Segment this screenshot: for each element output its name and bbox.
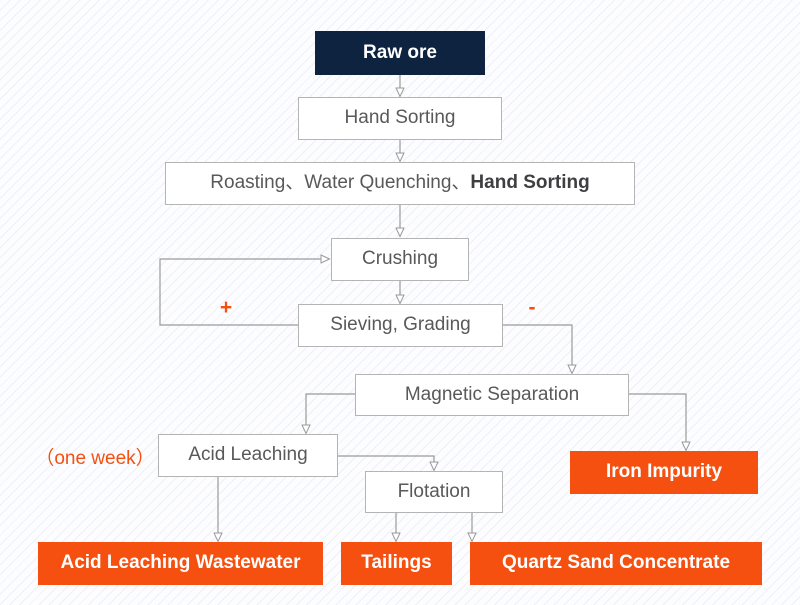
- annotation-undersize-minus: -: [518, 296, 546, 320]
- node-sieving-grading[interactable]: Sieving, Grading: [298, 304, 503, 347]
- node-quartz-sand-concentrate-label: Quartz Sand Concentrate: [501, 552, 731, 574]
- annotation-oversize-plus-label: +: [219, 296, 233, 319]
- flowchart-canvas: Raw ore Hand Sorting Roasting、Water Quen…: [0, 0, 800, 605]
- node-magnetic-separation[interactable]: Magnetic Separation: [355, 374, 629, 416]
- edge-sieving-undersize-to-magnetic: [503, 324, 572, 373]
- node-acid-leaching-wastewater[interactable]: Acid Leaching Wastewater: [38, 542, 323, 585]
- annotation-undersize-minus-label: -: [528, 296, 536, 319]
- edge-magnetic-to-acid-leaching: [306, 393, 355, 433]
- node-flotation-label: Flotation: [397, 480, 471, 502]
- node-iron-impurity-label: Iron Impurity: [605, 461, 723, 483]
- node-roasting-label-emphasis: Hand Sorting: [470, 172, 590, 194]
- node-acid-leaching[interactable]: Acid Leaching: [158, 434, 338, 477]
- connector-layer: [159, 75, 800, 605]
- node-hand-sorting-label: Hand Sorting: [344, 107, 456, 129]
- annotation-duration-note-label: （one week）: [35, 447, 155, 469]
- node-tailings[interactable]: Tailings: [341, 542, 452, 585]
- node-iron-impurity[interactable]: Iron Impurity: [570, 451, 758, 494]
- edge-magnetic-to-iron-impurity: [629, 393, 686, 450]
- node-sieving-grading-label: Sieving, Grading: [330, 314, 471, 336]
- node-raw-ore[interactable]: Raw ore: [315, 31, 485, 75]
- annotation-oversize-plus: +: [212, 296, 240, 320]
- node-acid-leaching-label: Acid Leaching: [188, 444, 308, 466]
- node-quartz-sand-concentrate[interactable]: Quartz Sand Concentrate: [470, 542, 762, 585]
- node-raw-ore-label: Raw ore: [363, 41, 437, 63]
- edge-acid-leaching-to-flotation: [338, 455, 434, 470]
- node-crushing[interactable]: Crushing: [331, 238, 469, 281]
- node-roasting-water-quenching-hand-sorting[interactable]: Roasting、Water Quenching、 Hand Sorting: [165, 162, 635, 205]
- annotation-duration-note: （one week）: [30, 443, 160, 469]
- node-roasting-label: Roasting、Water Quenching、: [210, 172, 471, 194]
- node-magnetic-separation-label: Magnetic Separation: [404, 383, 580, 405]
- node-acid-leaching-wastewater-label: Acid Leaching Wastewater: [60, 552, 301, 574]
- node-hand-sorting[interactable]: Hand Sorting: [298, 97, 502, 140]
- node-tailings-label: Tailings: [361, 552, 432, 574]
- node-crushing-label: Crushing: [361, 248, 439, 270]
- node-flotation[interactable]: Flotation: [365, 471, 503, 513]
